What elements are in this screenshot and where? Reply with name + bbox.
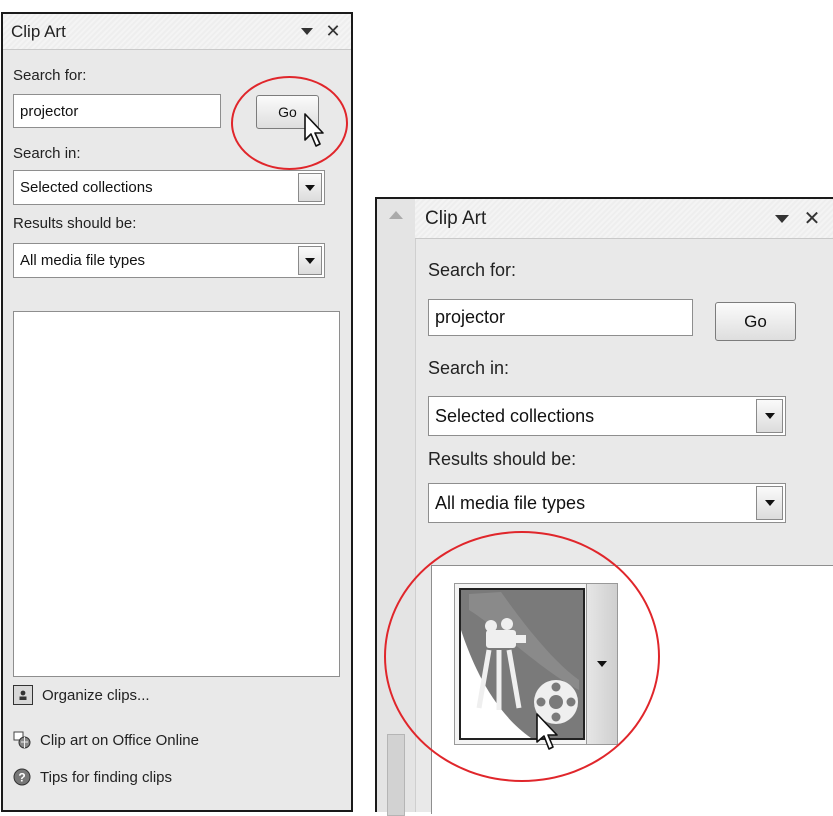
pane-title-bar: Clip Art ✕: [3, 14, 351, 50]
dropdown-arrow-button[interactable]: [298, 173, 322, 202]
close-icon: ✕: [803, 208, 821, 230]
search-in-label: Search in:: [428, 358, 510, 378]
chevron-down-icon: [764, 413, 775, 419]
scrollbar-thumb[interactable]: [387, 734, 405, 816]
clip-menu-button[interactable]: [586, 584, 617, 744]
search-in-label: Search in:: [13, 145, 81, 162]
results-should-be-label: Results should be:: [13, 215, 137, 232]
search-input[interactable]: projector: [428, 299, 693, 336]
chevron-down-icon: [764, 500, 775, 506]
mouse-pointer-icon: [536, 713, 558, 750]
go-button[interactable]: Go: [715, 302, 796, 341]
chevron-down-icon: [305, 257, 315, 264]
chevron-down-icon: [301, 28, 313, 35]
dropdown-arrow-button[interactable]: [298, 246, 322, 275]
search-in-value: Selected collections: [20, 179, 153, 196]
pane-title: Clip Art: [11, 21, 66, 41]
office-online-icon: [13, 731, 31, 749]
film-projector-clip-icon: [459, 588, 585, 740]
search-for-label: Search for:: [428, 260, 517, 280]
scrollbar[interactable]: [377, 199, 416, 816]
clip-art-online-link[interactable]: Clip art on Office Online: [13, 731, 199, 749]
media-types-select[interactable]: All media file types: [428, 483, 786, 523]
chevron-down-icon: [775, 214, 789, 223]
search-in-select[interactable]: Selected collections: [428, 396, 786, 436]
pane-options-button[interactable]: [771, 208, 793, 230]
dropdown-arrow-button[interactable]: [756, 399, 783, 433]
svg-text:?: ?: [18, 771, 25, 785]
chevron-down-icon: [597, 661, 607, 667]
organize-clips-label: Organize clips...: [42, 686, 150, 704]
close-icon: ✕: [325, 21, 341, 41]
chevron-down-icon: [305, 184, 315, 191]
search-for-label: Search for:: [13, 67, 87, 84]
media-types-select[interactable]: All media file types: [13, 243, 325, 278]
scroll-up-icon[interactable]: [389, 211, 403, 219]
close-button[interactable]: ✕: [801, 208, 823, 230]
media-types-value: All media file types: [20, 252, 146, 269]
results-should-be-label: Results should be:: [428, 449, 577, 469]
mouse-pointer-icon: [304, 113, 324, 147]
clip-art-online-label: Clip art on Office Online: [40, 731, 199, 749]
pane-options-button[interactable]: [297, 22, 317, 42]
organize-clips-icon: [13, 685, 33, 705]
close-button[interactable]: ✕: [323, 21, 343, 42]
search-input[interactable]: projector: [13, 94, 221, 128]
search-in-select[interactable]: Selected collections: [13, 170, 325, 205]
media-types-value: All media file types: [435, 492, 586, 513]
search-in-value: Selected collections: [435, 405, 595, 426]
tips-label: Tips for finding clips: [40, 768, 172, 786]
organize-clips-link[interactable]: Organize clips...: [13, 685, 150, 705]
pane-title: Clip Art: [425, 207, 487, 229]
results-area[interactable]: [431, 565, 833, 814]
help-icon: ?: [13, 768, 31, 786]
tips-link[interactable]: ? Tips for finding clips: [13, 768, 172, 786]
results-area[interactable]: [13, 311, 340, 677]
dropdown-arrow-button[interactable]: [756, 486, 783, 520]
pane-title-bar: Clip Art ✕: [415, 199, 833, 239]
clip-art-pane-left: Clip Art ✕ Search for: projector Go Sear…: [1, 12, 353, 812]
clip-art-pane-right: Clip Art ✕ Search for: projector Go Sear…: [375, 197, 833, 816]
